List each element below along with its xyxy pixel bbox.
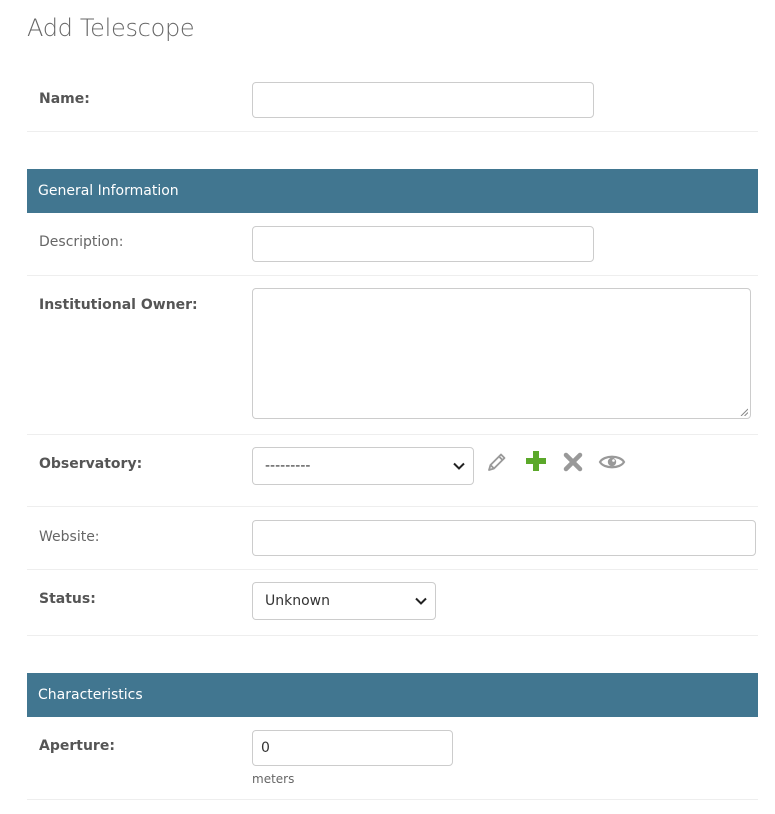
pencil-icon[interactable] <box>485 450 509 474</box>
institutional-owner-row: Institutional Owner: <box>27 276 758 435</box>
aperture-input[interactable] <box>252 730 453 766</box>
aperture-label: Aperture: <box>39 738 115 754</box>
resize-grip-icon[interactable] <box>740 408 748 416</box>
name-row: Name: <box>27 68 758 132</box>
observatory-label: Observatory: <box>39 456 143 472</box>
observatory-select[interactable]: --------- <box>252 447 474 485</box>
status-row: Status: Unknown <box>27 570 758 636</box>
status-label: Status: <box>39 591 96 607</box>
description-label: Description: <box>39 234 124 250</box>
website-label: Website: <box>39 529 100 545</box>
observatory-selected-value: --------- <box>265 458 311 474</box>
institutional-owner-label: Institutional Owner: <box>39 297 198 313</box>
description-input[interactable] <box>252 226 594 262</box>
website-row: Website: <box>27 507 758 570</box>
name-label: Name: <box>39 91 90 107</box>
eye-icon[interactable] <box>598 450 626 474</box>
x-icon[interactable] <box>561 450 585 474</box>
aperture-help-text: meters <box>252 772 295 786</box>
institutional-owner-textarea[interactable] <box>252 288 751 419</box>
plus-icon[interactable] <box>524 449 548 473</box>
chevron-down-icon <box>453 462 465 470</box>
institutional-owner-wrapper <box>252 288 751 419</box>
status-selected-value: Unknown <box>265 593 330 609</box>
page-title: Add Telescope <box>27 14 195 42</box>
observatory-row: Observatory: --------- <box>27 435 758 507</box>
characteristics-header: Characteristics <box>27 673 758 717</box>
status-select[interactable]: Unknown <box>252 582 436 620</box>
website-input[interactable] <box>252 520 756 556</box>
chevron-down-icon <box>415 597 427 605</box>
name-input[interactable] <box>252 82 594 118</box>
general-information-header: General Information <box>27 169 758 213</box>
description-row: Description: <box>27 213 758 276</box>
aperture-row: Aperture: meters <box>27 717 758 800</box>
add-telescope-form: Add Telescope Name: General Information … <box>0 0 775 814</box>
